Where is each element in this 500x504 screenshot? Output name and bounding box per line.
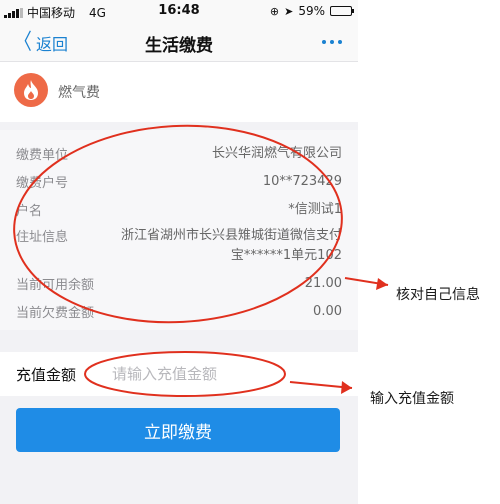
nav-bar: 〈 返回 生活缴费 xyxy=(0,22,358,62)
more-dot-icon xyxy=(330,40,334,44)
recharge-amount-row: 充值金额 xyxy=(0,352,358,396)
info-value: *信测试1 xyxy=(288,202,342,217)
info-value: 21.00 xyxy=(304,276,342,291)
phone-screen: 中国移动 4G 16:48 ⊕ ➤ 59% 〈 返回 生活缴费 燃气费 缴费单位… xyxy=(0,0,358,504)
status-right: ⊕ ➤ 59% xyxy=(269,4,354,18)
info-label: 当前欠费金额 xyxy=(16,306,95,321)
info-label: 缴费单位 xyxy=(16,148,69,163)
flame-icon-glyph xyxy=(24,80,38,100)
input-amount-note: 输入充值金额 xyxy=(370,391,454,407)
info-label: 当前可用余额 xyxy=(16,278,95,293)
info-value: 浙江省湖州市长兴县雉城街道微信支付 宝******1单元102 xyxy=(120,228,342,263)
recharge-amount-input[interactable] xyxy=(112,359,332,389)
service-header: 燃气费 xyxy=(0,62,358,122)
battery-icon xyxy=(330,6,354,16)
more-button[interactable] xyxy=(322,40,342,44)
battery-percent: 59% xyxy=(298,4,325,18)
lock-rotation-icon: ⊕ xyxy=(269,4,280,18)
page-title: 生活缴费 xyxy=(145,36,213,56)
info-value: 长兴华润燃气有限公司 xyxy=(211,146,342,161)
location-icon: ➤ xyxy=(284,4,294,18)
info-label: 住址信息 xyxy=(16,230,69,245)
pay-now-button[interactable]: 立即缴费 xyxy=(16,408,340,452)
info-label: 户名 xyxy=(16,204,43,219)
verify-arrowhead-icon xyxy=(376,278,388,290)
flame-icon xyxy=(14,73,48,107)
more-dot-icon xyxy=(338,40,342,44)
service-name: 燃气费 xyxy=(58,85,100,101)
account-info-card: 缴费单位 长兴华润燃气有限公司 缴费户号 10**723429 户名 *信测试1… xyxy=(0,130,358,330)
status-bar: 中国移动 4G 16:48 ⊕ ➤ 59% xyxy=(0,0,358,22)
info-value: 0.00 xyxy=(313,304,342,319)
info-value: 10**723429 xyxy=(262,174,342,189)
info-label: 缴费户号 xyxy=(16,176,69,191)
recharge-amount-label: 充值金额 xyxy=(16,366,77,384)
more-dot-icon xyxy=(322,40,326,44)
verify-info-note: 核对自己信息 xyxy=(396,287,480,303)
